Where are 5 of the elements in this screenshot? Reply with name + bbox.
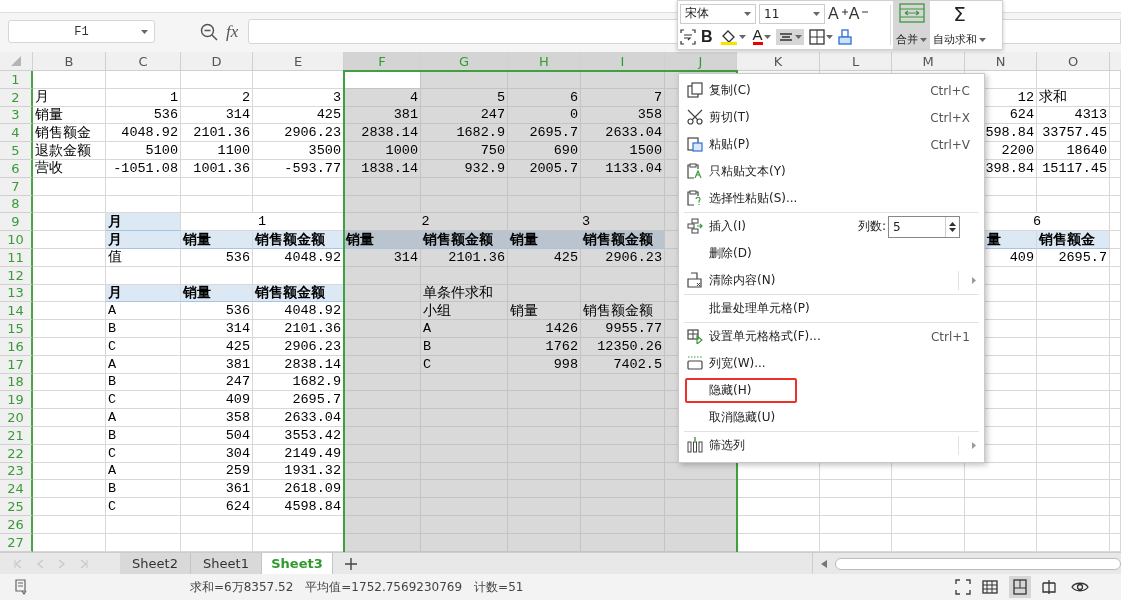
average-text: 平均值=1752.7569230769 bbox=[305, 578, 463, 596]
field-label: 列数: bbox=[857, 218, 886, 235]
shortcut-text: Ctrl+1 bbox=[930, 329, 970, 344]
count-text: 计数=51 bbox=[474, 578, 524, 596]
sum-text: 求和=6万8357.52 bbox=[190, 578, 294, 596]
